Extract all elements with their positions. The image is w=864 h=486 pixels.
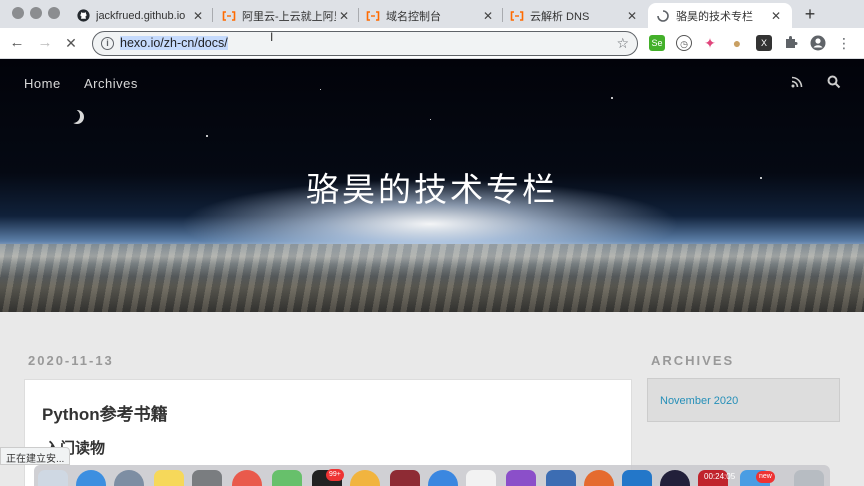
pomodoro-icon[interactable]: ◷ [676,35,692,51]
archives-widget-title: ARCHIVES [651,353,735,368]
tab-title: jackfrued.github.io [96,9,186,22]
close-tab-icon[interactable]: ✕ [336,9,352,23]
search-icon[interactable] [827,75,841,89]
system-preferences-icon[interactable] [192,470,222,486]
new-badge: new [756,471,775,483]
profile-icon[interactable] [810,35,826,51]
github-icon [76,9,90,23]
tab-jackfrued[interactable]: jackfrued.github.io ✕ [72,3,210,28]
tab-aliyun[interactable]: 阿里云-上云就上阿里云 ✕ [218,3,356,28]
dictionary-icon[interactable] [390,470,420,486]
visual-paradigm-icon[interactable] [506,470,536,486]
firefox-icon[interactable] [584,470,614,486]
nav-archives-link[interactable]: Archives [84,76,138,91]
puzzle-icon[interactable] [783,35,799,51]
tab-title: 阿里云-上云就上阿里云 [242,10,336,23]
chrome-icon[interactable] [428,470,458,486]
rss-icon[interactable] [791,75,803,88]
moon-icon [70,110,84,124]
earth-clouds [0,244,864,312]
finder-icon[interactable] [38,470,68,486]
close-tab-icon[interactable]: ✕ [190,9,206,23]
tab-strip: jackfrued.github.io ✕ 阿里云-上云就上阿里云 ✕ 域名控制… [0,0,864,28]
address-bar[interactable]: i hexo.io/zh-cn/docs/ ☆ [92,31,638,56]
archive-link-november-2020[interactable]: November 2020 [660,395,738,407]
forward-arrow-icon[interactable]: → [36,34,54,52]
star-dot [611,97,613,99]
browser-menu-icon[interactable]: ⋮ [836,35,852,51]
tab-cloud-dns[interactable]: 云解析 DNS ✕ [506,3,644,28]
tab-domain-console[interactable]: 域名控制台 ✕ [362,3,500,28]
tab-title: 骆昊的技术专栏 [676,10,753,23]
cookie-icon[interactable]: ● [729,35,745,51]
post-date[interactable]: 2020-11-13 [28,353,114,368]
site-title[interactable]: 骆昊的技术专栏 [0,163,864,211]
selenium-icon[interactable]: Se [649,35,665,51]
x-extension-icon[interactable]: X [756,35,772,51]
archives-widget: November 2020 [647,378,840,422]
status-bubble: 正在建立安... [0,447,71,465]
vscode-icon[interactable] [622,470,652,486]
web-page: Home Archives 骆昊的技术专栏 2020-11-13 Python参… [0,59,864,486]
back-arrow-icon[interactable]: ← [8,34,26,52]
browser-window: jackfrued.github.io ✕ 阿里云-上云就上阿里云 ✕ 域名控制… [0,0,864,486]
nav-home-link[interactable]: Home [24,76,61,91]
post-title[interactable]: Python参考书籍 [42,400,168,425]
photos-icon[interactable] [232,470,262,486]
preview-icon[interactable] [546,470,576,486]
minimize-window-icon[interactable] [30,7,42,19]
star-dot [430,119,431,120]
zoom-window-icon[interactable] [48,7,60,19]
stop-loading-icon[interactable]: ✕ [62,34,80,52]
browser-toolbar: ← → ✕ i hexo.io/zh-cn/docs/ ☆ Se ◷ ✦ ● X… [0,28,864,59]
macos-dock: 99+ 00:24:05 new [34,465,830,486]
url-text[interactable]: hexo.io/zh-cn/docs/ [120,36,228,50]
bookmark-star-icon[interactable]: ☆ [616,35,629,52]
aliyun-icon [510,9,524,23]
star-dot [206,135,208,137]
notes-icon[interactable] [154,470,184,486]
tab-blog-active[interactable]: 骆昊的技术专栏 ✕ [648,3,792,28]
color-picker-icon[interactable]: ✦ [702,35,718,51]
aliyun-icon [366,9,380,23]
tab-title: 域名控制台 [386,10,441,23]
launchpad-icon[interactable] [114,470,144,486]
site-info-icon[interactable]: i [101,37,114,50]
obs-icon[interactable] [660,470,690,486]
tab-separator [212,8,213,22]
aliyun-icon [222,9,236,23]
close-tab-icon[interactable]: ✕ [480,9,496,23]
close-tab-icon[interactable]: ✕ [624,9,640,23]
unread-badge: 99+ [326,469,344,481]
banner: Home Archives 骆昊的技术专栏 [0,59,864,312]
star-dot [320,89,321,90]
close-tab-icon[interactable]: ✕ [768,9,784,23]
tab-separator [358,8,359,22]
text-cursor-icon: I [270,30,274,44]
safari-icon[interactable] [76,470,106,486]
new-tab-button[interactable]: + [800,4,820,24]
typora-icon[interactable] [466,470,496,486]
tab-separator [502,8,503,22]
recording-clock: 00:24:05 [704,472,736,481]
books-icon[interactable] [350,470,380,486]
maps-icon[interactable] [272,470,302,486]
loading-spinner-icon [656,9,670,23]
close-window-icon[interactable] [12,7,24,19]
tab-title: 云解析 DNS [530,10,590,23]
trash-icon[interactable] [794,470,824,486]
